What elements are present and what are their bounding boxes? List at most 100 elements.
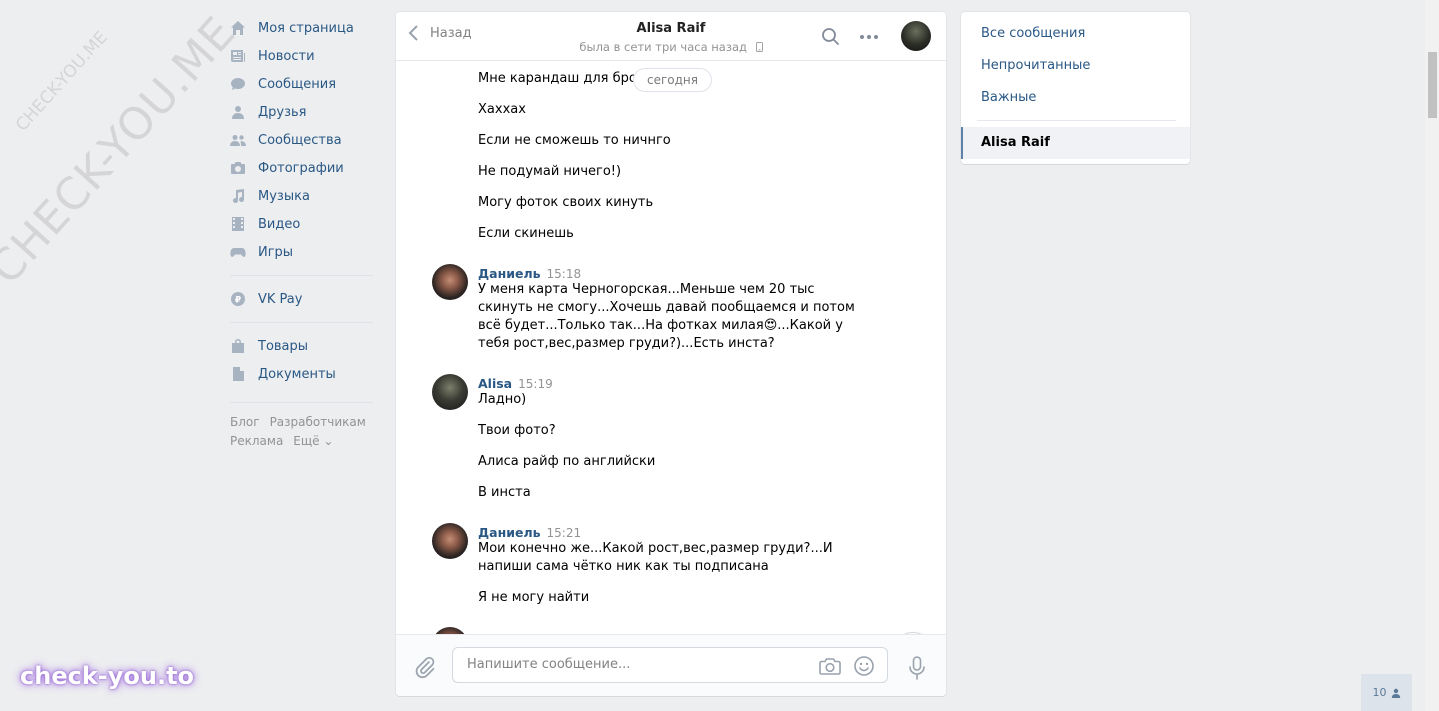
avatar[interactable]: [432, 523, 468, 559]
filter-unread[interactable]: Непрочитанные: [981, 58, 1090, 73]
chat-header: Назад Alisa Raif была в сети три часа на…: [396, 12, 946, 61]
nav-item-label: Друзья: [258, 104, 307, 120]
more-dots-icon: [860, 35, 878, 39]
selected-conversation-name: Alisa Raif: [981, 135, 1050, 150]
music-icon: [230, 188, 246, 204]
messages-icon: [230, 76, 246, 92]
message-text: Твои фото?: [478, 423, 556, 438]
search-button[interactable]: [821, 27, 841, 47]
smile-icon: [854, 656, 874, 676]
document-icon: [230, 366, 246, 382]
message-header: Даниель 15:21: [478, 525, 581, 540]
peer-status-text: была в сети три часа назад: [579, 40, 747, 54]
footer-link-ads[interactable]: Реклама: [230, 434, 283, 448]
nav-item-label: Документы: [258, 366, 336, 382]
nav-item-label: VK Pay: [258, 291, 303, 307]
nav-item-label: Товары: [258, 338, 309, 354]
message-header: Даниель 15:18: [478, 266, 581, 281]
messages-filter-panel: Все сообщения Непрочитанные Важные Alisa…: [961, 12, 1190, 164]
filter-divider: [977, 120, 1176, 121]
message-time: 15:18: [546, 267, 582, 281]
nav-item-friends[interactable]: Друзья: [230, 98, 380, 126]
scrollbar-thumb[interactable]: [1428, 52, 1437, 118]
gamepad-icon: [230, 244, 246, 260]
emoji-button[interactable]: [853, 655, 875, 677]
avatar[interactable]: [432, 627, 468, 634]
message-author[interactable]: Даниель: [478, 266, 541, 281]
online-count: 10: [1372, 686, 1387, 699]
nav-item-groups[interactable]: Сообщества: [230, 126, 380, 154]
avatar[interactable]: [432, 264, 468, 300]
nav-item-photos[interactable]: Фотографии: [230, 154, 380, 182]
message-text: Не подумай ничего!): [478, 164, 622, 179]
search-icon: [822, 28, 839, 45]
home-icon: [230, 20, 246, 36]
avatar[interactable]: [432, 374, 468, 410]
microphone-icon: [909, 656, 925, 680]
nav-divider: [230, 275, 373, 276]
message-text: В инста: [478, 485, 531, 500]
page-scrollbar[interactable]: [1425, 0, 1439, 711]
nav-item-label: Моя страница: [258, 20, 354, 36]
voice-message-button[interactable]: [906, 655, 928, 681]
message-text: У меня карта Черногорская...Меньше чем 2…: [478, 282, 855, 351]
nav-divider: [230, 322, 373, 323]
attach-button[interactable]: [414, 655, 436, 679]
more-actions-button[interactable]: [858, 27, 880, 47]
nav-item-messages[interactable]: Сообщения: [230, 70, 380, 98]
footer-link-blog[interactable]: Блог: [230, 415, 260, 429]
message-author[interactable]: Даниель: [478, 525, 541, 540]
camera-icon: [230, 160, 246, 176]
vkpay-icon: ₽: [230, 291, 246, 307]
message-text: Хаххах: [478, 102, 526, 117]
message-input[interactable]: [465, 656, 809, 673]
nav-item-video[interactable]: Видео: [230, 210, 380, 238]
left-navigation: Моя страница Новости Сообщения Друзья Со…: [230, 14, 380, 451]
selected-conversation[interactable]: Alisa Raif: [961, 127, 1190, 159]
nav-divider: [230, 402, 373, 403]
mobile-icon: [755, 42, 763, 52]
nav-item-label: Сообщения: [258, 76, 337, 92]
message-text: Если не сможешь то ничнго: [478, 133, 671, 148]
date-pill: сегодня: [633, 68, 712, 92]
nav-item-vkpay[interactable]: ₽ VK Pay: [230, 285, 380, 313]
message-text: Могу фоток своих кинуть: [478, 195, 654, 210]
nav-item-label: Новости: [258, 48, 315, 64]
message-composer: [396, 634, 946, 696]
nav-item-label: Фотографии: [258, 160, 344, 176]
nav-item-games[interactable]: Игры: [230, 238, 380, 266]
nav-item-documents[interactable]: Документы: [230, 360, 380, 388]
peer-avatar[interactable]: [901, 21, 931, 51]
watermark-logo: check-you.to: [20, 662, 195, 690]
message-time: 15:19: [518, 377, 553, 391]
footer-links: Блог Разработчикам Реклама Ещё ⌄: [230, 413, 380, 451]
online-friends-badge[interactable]: 10: [1361, 674, 1412, 711]
camera-icon: [819, 658, 841, 675]
filter-all-messages[interactable]: Все сообщения: [981, 26, 1085, 41]
message-author[interactable]: Alisa: [478, 376, 512, 391]
footer-link-developers[interactable]: Разработчикам: [270, 415, 366, 429]
nav-item-my-page[interactable]: Моя страница: [230, 14, 380, 42]
message-text: Ладно): [478, 392, 527, 407]
user-icon: [1391, 688, 1400, 698]
news-icon: [230, 48, 246, 64]
nav-item-music[interactable]: Музыка: [230, 182, 380, 210]
message-text: Если скинешь: [478, 226, 574, 241]
message-text: Алиса райф по английски: [478, 454, 656, 469]
watermark-small: CHECK-YOU.ME: [12, 27, 112, 136]
nav-item-goods[interactable]: Товары: [230, 332, 380, 360]
filter-important[interactable]: Важные: [981, 90, 1036, 105]
camera-button[interactable]: [819, 656, 841, 676]
message-input-box: [452, 647, 888, 683]
message-text: Я не могу найти: [478, 590, 590, 605]
nav-item-news[interactable]: Новости: [230, 42, 380, 70]
friends-icon: [230, 104, 246, 120]
video-icon: [230, 216, 246, 232]
nav-item-label: Видео: [258, 216, 301, 232]
nav-item-label: Сообщества: [258, 132, 342, 148]
message-header: Alisa 15:19: [478, 376, 553, 391]
footer-link-more[interactable]: Ещё ⌄: [293, 434, 333, 448]
nav-item-label: Музыка: [258, 188, 310, 204]
chat-window: Назад Alisa Raif была в сети три часа на…: [396, 12, 946, 696]
message-history: сегодня Мне карандаш для брове то Хаххах…: [396, 61, 946, 634]
